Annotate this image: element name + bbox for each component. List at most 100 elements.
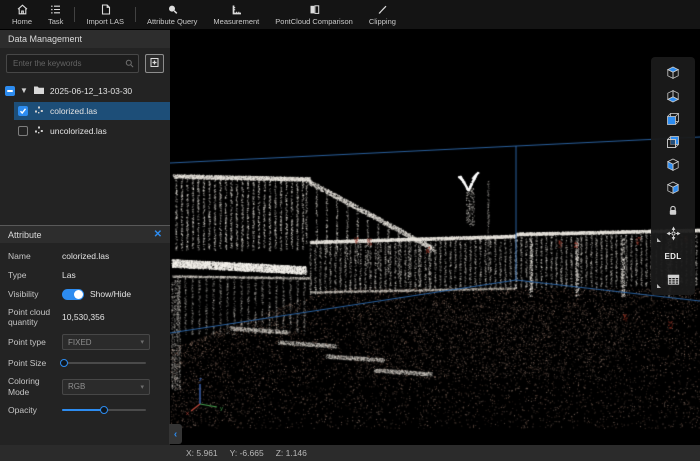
name-label: Name: [8, 251, 62, 261]
toolbar-attribute-query-label: Attribute Query: [147, 17, 197, 26]
status-x: X: 5.961: [186, 448, 218, 458]
attribute-panel-title: Attribute: [8, 230, 42, 240]
point-type-value: FIXED: [68, 338, 92, 347]
attribute-panel: Attribute ✕ Name colorized.las Type Las …: [0, 225, 170, 423]
pan-button[interactable]: [653, 222, 693, 245]
point-size-slider[interactable]: [62, 358, 146, 368]
lock-button[interactable]: [653, 199, 693, 222]
view-bottom-button[interactable]: [653, 84, 693, 107]
chevron-down-icon: ▾: [140, 338, 144, 346]
opacity-label: Opacity: [8, 405, 62, 415]
tree-row-colorized[interactable]: colorized.las: [14, 102, 170, 120]
data-management-title: Data Management: [0, 30, 170, 48]
import-las-icon: [99, 3, 112, 16]
toolbar-clipping-label: Clipping: [369, 17, 396, 26]
home-icon: [16, 3, 29, 16]
type-value: Las: [62, 270, 76, 280]
folder-icon: [33, 85, 45, 97]
attr-row-point-type: Point type FIXED ▾: [8, 334, 162, 350]
dataset-label: 2025-06-12_13-03-30: [50, 86, 132, 96]
attr-row-coloring-mode: Coloring Mode RGB ▾: [8, 376, 162, 396]
status-z: Z: 1.146: [276, 448, 307, 458]
colorized-label: colorized.las: [50, 106, 97, 116]
name-value: colorized.las: [62, 251, 109, 261]
visibility-toggle[interactable]: [62, 289, 84, 300]
toolbar-attribute-query-button[interactable]: Attribute Query: [139, 0, 205, 29]
pointcloud-comparison-icon: [308, 3, 321, 16]
tree-row-uncolorized[interactable]: uncolorized.las: [14, 122, 170, 140]
view-right-button[interactable]: [653, 176, 693, 199]
toolbar-pointcloud-comparison-label: PontCloud Comparison: [275, 17, 353, 26]
toolbar-measurement-label: Measurement: [213, 17, 259, 26]
visibility-value: Show/Hide: [90, 289, 131, 299]
attr-row-visibility: Visibility Show/Hide: [8, 288, 162, 300]
chevron-down-icon: ▾: [140, 383, 144, 391]
point-type-label: Point type: [8, 337, 62, 347]
dataset-checkbox[interactable]: [5, 86, 15, 96]
view-toolbar: EDL: [651, 57, 695, 295]
point-type-select[interactable]: FIXED ▾: [62, 334, 150, 350]
status-bar: X: 5.961 Y: -6.665 Z: 1.146: [0, 445, 700, 461]
attr-row-opacity: Opacity: [8, 404, 162, 416]
caret-down-icon[interactable]: ▼: [20, 87, 28, 95]
toolbar-home-label: Home: [12, 17, 32, 26]
attribute-panel-header: Attribute ✕: [0, 225, 170, 243]
coloring-mode-value: RGB: [68, 382, 85, 391]
grid-button[interactable]: [653, 268, 693, 291]
quantity-value: 10,530,356: [62, 312, 105, 322]
toolbar-import-las-button[interactable]: Import LAS: [78, 0, 132, 29]
top-toolbar: Home Task Import LAS Attribute Query: [0, 0, 700, 30]
measurement-icon: [230, 3, 243, 16]
close-icon[interactable]: ✕: [154, 230, 162, 240]
point-size-label: Point Size: [8, 358, 62, 368]
data-management-panel: Data Management ▼ 2025-06-12_1: [0, 30, 170, 445]
coloring-mode-select[interactable]: RGB ▾: [62, 379, 150, 395]
pointcloud-file-icon: [34, 105, 44, 117]
attr-row-point-size: Point Size: [8, 357, 162, 369]
uncolorized-label: uncolorized.las: [50, 126, 107, 136]
search-box: [6, 54, 139, 73]
view-left-button[interactable]: [653, 153, 693, 176]
opacity-slider[interactable]: [62, 405, 146, 415]
clipping-icon: [376, 3, 389, 16]
add-file-icon: [149, 55, 160, 73]
toolbar-home-button[interactable]: Home: [4, 0, 40, 29]
visibility-label: Visibility: [8, 289, 62, 299]
pointcloud-viewport[interactable]: EDL: [170, 30, 700, 445]
colorized-checkbox[interactable]: [18, 106, 28, 116]
opacity-slider-handle[interactable]: [100, 406, 108, 414]
search-icon: [125, 55, 134, 73]
type-label: Type: [8, 270, 62, 280]
edl-label: EDL: [665, 252, 682, 261]
toolbar-separator: [74, 7, 75, 22]
toolbar-task-label: Task: [48, 17, 63, 26]
view-front-button[interactable]: [653, 107, 693, 130]
point-size-slider-handle[interactable]: [60, 359, 68, 367]
toolbar-import-las-label: Import LAS: [86, 17, 124, 26]
attribute-query-icon: [166, 3, 179, 16]
status-y: Y: -6.665: [230, 448, 264, 458]
attribute-panel-body: Name colorized.las Type Las Visibility S…: [0, 243, 170, 416]
attr-row-name: Name colorized.las: [8, 250, 162, 262]
add-file-button[interactable]: [145, 54, 164, 73]
sidebar-collapse-button[interactable]: ‹: [169, 424, 182, 444]
chevron-left-icon: ‹: [174, 429, 177, 440]
toolbar-pointcloud-comparison-button[interactable]: PontCloud Comparison: [267, 0, 361, 29]
view-back-button[interactable]: [653, 130, 693, 153]
view-top-button[interactable]: [653, 61, 693, 84]
toolbar-measurement-button[interactable]: Measurement: [205, 0, 267, 29]
pointcloud-file-icon: [34, 125, 44, 137]
quantity-label: Point cloud quantity: [8, 307, 62, 327]
pointcloud-viewport-canvas[interactable]: [170, 30, 700, 445]
tree-row-dataset[interactable]: ▼ 2025-06-12_13-03-30: [0, 82, 170, 100]
edl-button[interactable]: EDL: [653, 245, 693, 268]
toolbar-separator: [135, 7, 136, 22]
toolbar-clipping-button[interactable]: Clipping: [361, 0, 404, 29]
coloring-mode-label: Coloring Mode: [8, 376, 62, 396]
search-input[interactable]: [11, 58, 125, 69]
attr-row-type: Type Las: [8, 269, 162, 281]
toolbar-task-button[interactable]: Task: [40, 0, 71, 29]
attr-row-quantity: Point cloud quantity 10,530,356: [8, 307, 162, 327]
task-icon: [49, 3, 62, 16]
uncolorized-checkbox[interactable]: [18, 126, 28, 136]
